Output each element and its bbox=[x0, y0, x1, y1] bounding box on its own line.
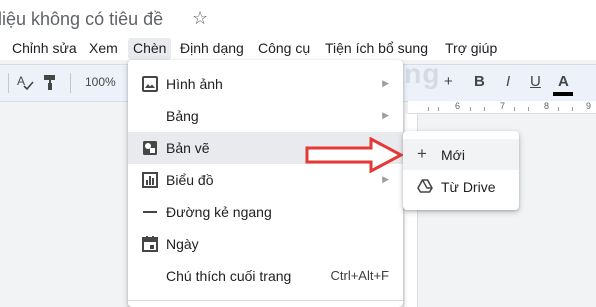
ruler-tick bbox=[484, 107, 485, 111]
horizontal-line-icon bbox=[142, 204, 158, 220]
menu-insert[interactable]: Chèn bbox=[128, 38, 172, 60]
menu-item-image[interactable]: Hình ảnh ▶ bbox=[128, 68, 403, 100]
menu-item-table[interactable]: Bảng ▶ bbox=[128, 100, 403, 132]
menu-view[interactable]: Xem bbox=[84, 38, 123, 60]
menu-item-date[interactable]: Ngày bbox=[128, 228, 403, 260]
toolbar-divider bbox=[70, 73, 71, 93]
menu-help[interactable]: Trợ giúp bbox=[440, 38, 502, 60]
bold-icon[interactable]: B bbox=[474, 73, 485, 90]
ruler: 6 7 8 9 bbox=[408, 101, 596, 114]
italic-icon[interactable]: I bbox=[506, 73, 510, 90]
google-drive-icon bbox=[417, 178, 433, 194]
ruler-tick bbox=[428, 107, 429, 111]
menu-item-label: Đường kẻ ngang bbox=[166, 204, 272, 220]
calendar-icon bbox=[142, 236, 158, 252]
submenu-arrow-icon: ▶ bbox=[382, 174, 389, 184]
ruler-tick bbox=[528, 107, 529, 111]
menu-item-shortcut: Ctrl+Alt+F bbox=[330, 268, 389, 283]
menu-format[interactable]: Định dạng bbox=[175, 38, 249, 60]
image-icon bbox=[142, 76, 158, 92]
menu-item-label: Biểu đồ bbox=[166, 172, 214, 188]
menu-addons[interactable]: Tiện ích bổ sung bbox=[320, 38, 433, 60]
underline-icon[interactable]: U bbox=[530, 73, 541, 90]
menu-item-label: Ngày bbox=[166, 236, 199, 252]
menu-tools[interactable]: Công cụ bbox=[253, 38, 315, 60]
submenu-item-new[interactable]: + Mới bbox=[403, 139, 519, 170]
menu-item-label: Hình ảnh bbox=[166, 76, 223, 92]
submenu-item-label: Mới bbox=[441, 147, 465, 163]
spellcheck-icon[interactable]: A bbox=[16, 73, 34, 95]
ruler-tick bbox=[470, 107, 471, 111]
star-icon[interactable]: ☆ bbox=[192, 8, 208, 29]
ruler-label: 6 bbox=[455, 101, 461, 111]
insert-menu: Hình ảnh ▶ Bảng ▶ Bản vẽ ▶ Biểu đồ ▶ Đườ… bbox=[128, 60, 403, 307]
title-bar: liệu không có tiêu đề ☆ bbox=[0, 0, 596, 38]
menu-edit[interactable]: Chỉnh sửa bbox=[7, 38, 82, 60]
paint-format-icon[interactable] bbox=[42, 73, 58, 95]
menu-item-label: Bảng bbox=[166, 108, 199, 124]
increase-font-icon[interactable]: + bbox=[444, 73, 453, 90]
drawing-icon bbox=[142, 140, 158, 156]
ruler-label: 9 bbox=[586, 101, 592, 111]
submenu-item-label: Từ Drive bbox=[441, 179, 496, 195]
plus-icon: + bbox=[417, 144, 427, 163]
menubar: Chỉnh sửa Xem Chèn Định dạng Công cụ Tiệ… bbox=[0, 38, 596, 60]
menu-item-horizontal-line[interactable]: Đường kẻ ngang bbox=[128, 196, 403, 228]
ruler-tick bbox=[438, 107, 439, 111]
ruler-label: 8 bbox=[544, 101, 550, 111]
ruler-tick bbox=[558, 107, 559, 111]
submenu-item-from-drive[interactable]: Từ Drive bbox=[403, 171, 519, 202]
drawing-submenu: + Mới Từ Drive bbox=[403, 131, 519, 210]
text-color-bar bbox=[553, 92, 573, 96]
text-color-icon[interactable]: A bbox=[558, 73, 569, 90]
ruler-tick bbox=[514, 107, 515, 111]
submenu-arrow-icon: ▶ bbox=[382, 78, 389, 88]
menu-divider bbox=[128, 300, 403, 301]
ruler-label: 7 bbox=[500, 101, 506, 111]
menu-item-label: Bản vẽ bbox=[166, 140, 210, 156]
menu-item-label: Chú thích cuối trang bbox=[166, 268, 292, 284]
document-title[interactable]: liệu không có tiêu đề bbox=[0, 9, 163, 30]
chart-icon bbox=[142, 172, 158, 188]
toolbar-divider bbox=[8, 73, 9, 93]
svg-text:A: A bbox=[17, 74, 25, 88]
ruler-tick bbox=[572, 107, 573, 111]
menu-item-footnote[interactable]: Chú thích cuối trang Ctrl+Alt+F bbox=[128, 260, 403, 292]
submenu-arrow-icon: ▶ bbox=[382, 110, 389, 120]
red-arrow-annotation bbox=[305, 137, 405, 173]
zoom-select[interactable]: 100% bbox=[85, 75, 116, 89]
